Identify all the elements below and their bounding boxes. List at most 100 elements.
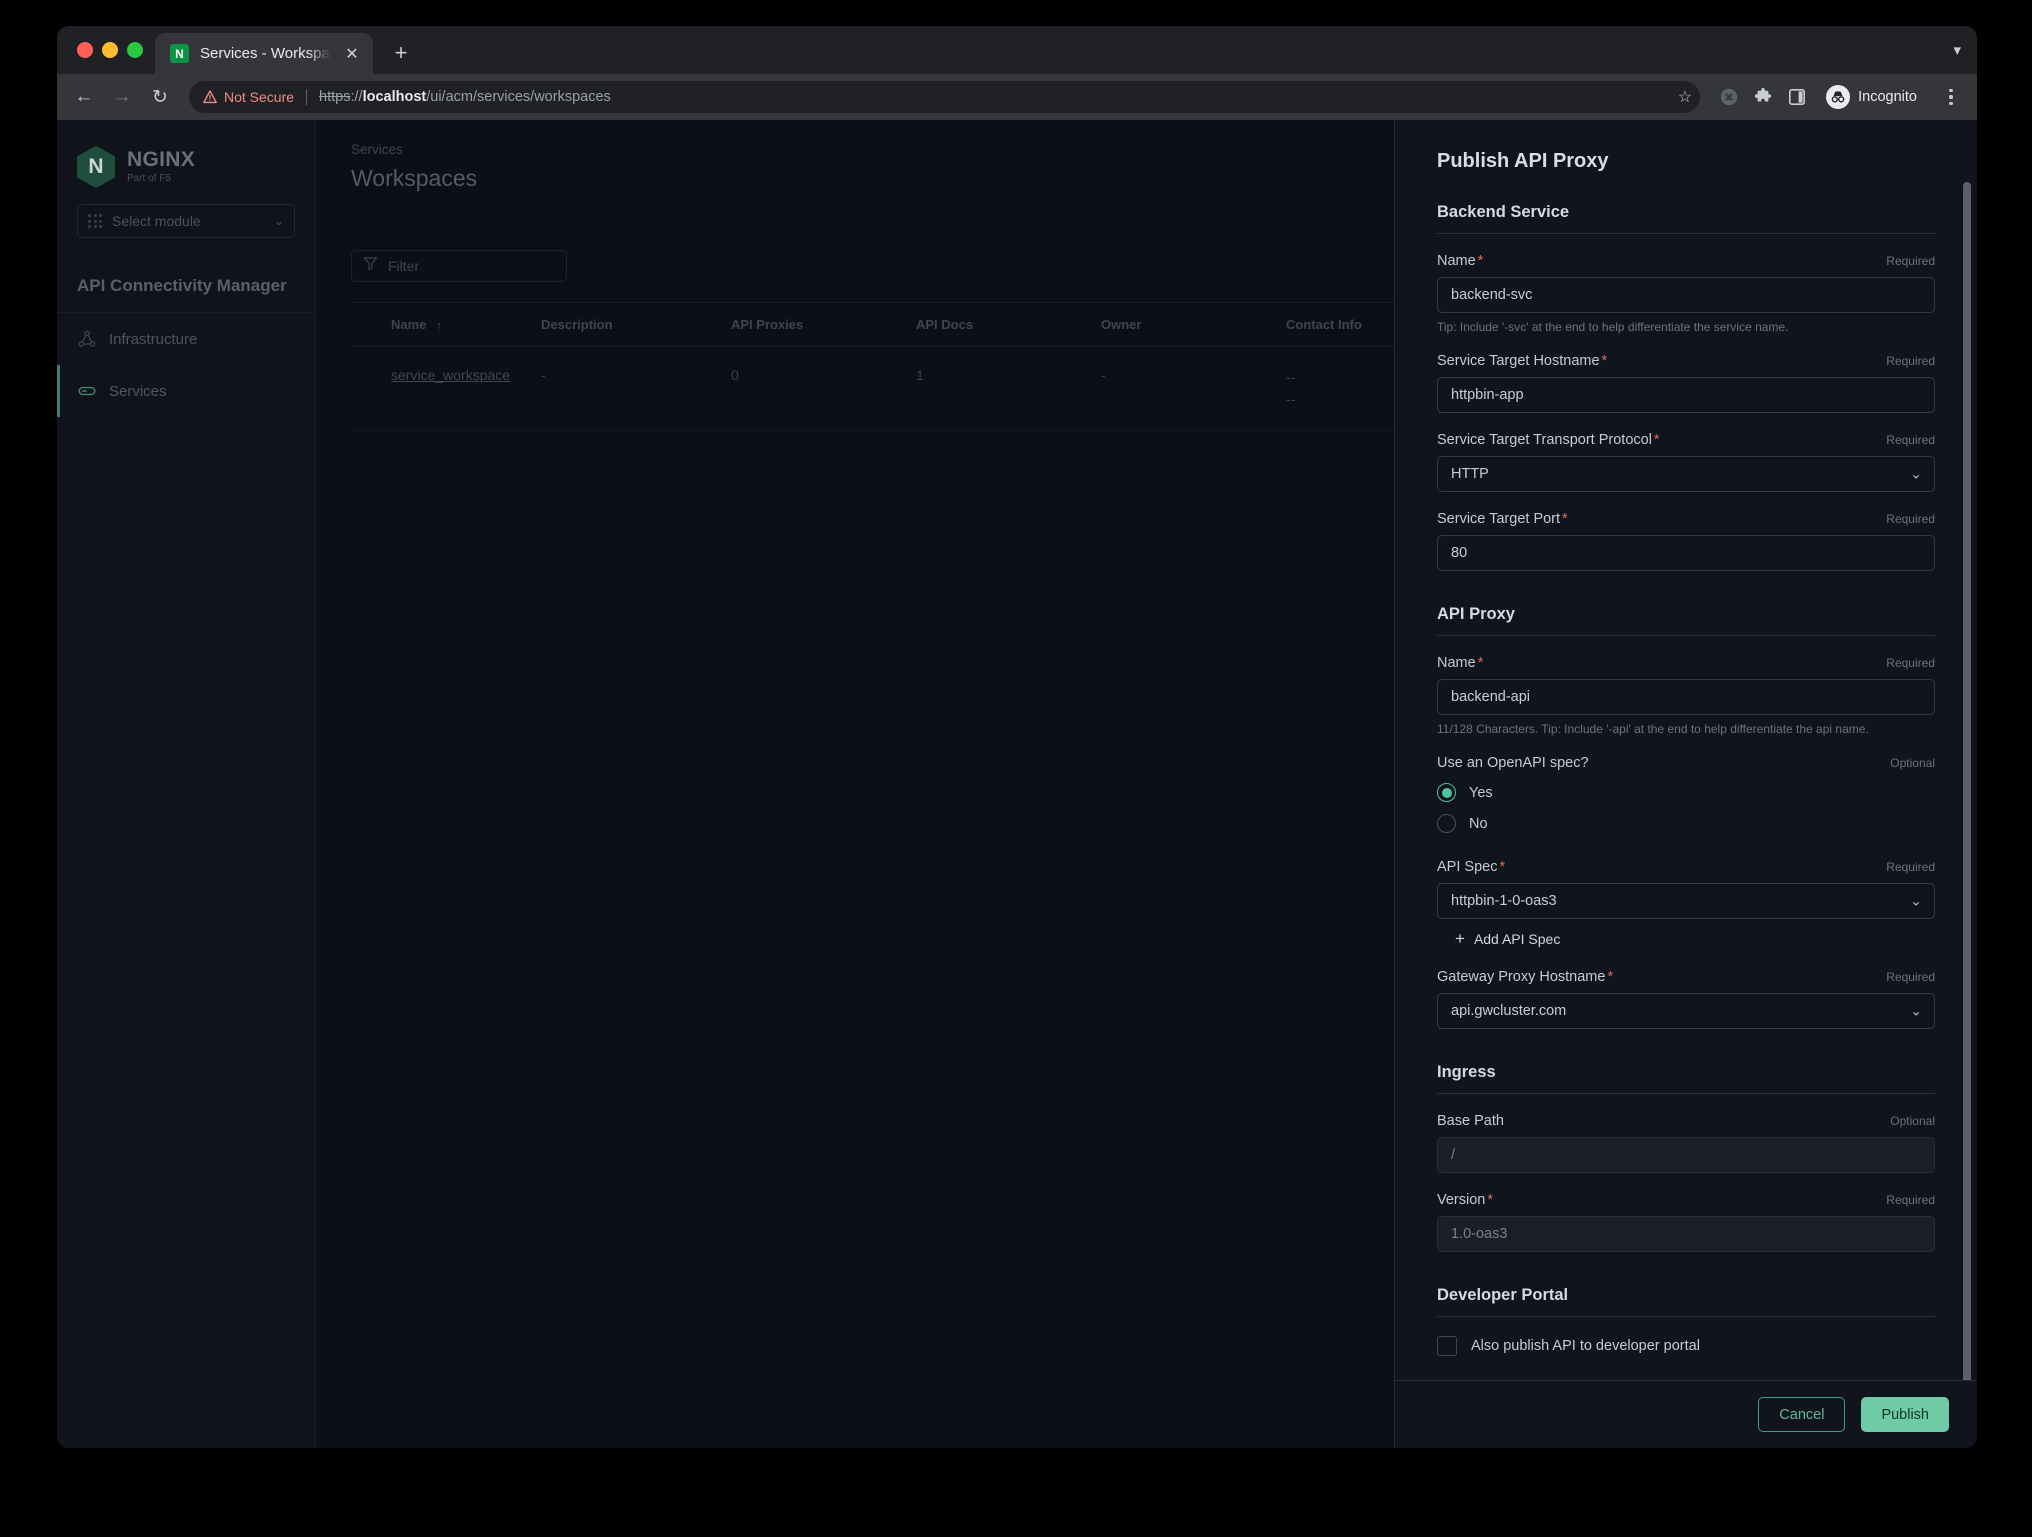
developer-portal-checkbox-label: Also publish API to developer portal <box>1471 1338 1700 1354</box>
filter-placeholder: Filter <box>388 258 419 274</box>
service-target-protocol-select[interactable]: HTTP <box>1437 456 1935 492</box>
panel-scrollbar[interactable] <box>1963 182 1971 1380</box>
omnibox-divider <box>306 89 307 105</box>
sidebar-item-label: Infrastructure <box>109 331 197 348</box>
publish-api-proxy-panel: Publish API Proxy Backend Service Name* … <box>1394 120 1977 1448</box>
label-text: Gateway Proxy Hostname <box>1437 969 1605 985</box>
puzzle-extension-icon[interactable] <box>1748 82 1778 112</box>
gateway-proxy-hostname-select[interactable]: api.gwcluster.com <box>1437 993 1935 1029</box>
module-select-dropdown[interactable]: Select module ⌄ <box>77 204 295 238</box>
section-ingress-heading: Ingress <box>1437 1063 1935 1094</box>
browser-toolbar: ← → ↻ Not Secure https://localhost/ui/ac… <box>57 74 1977 120</box>
api-proxy-name-input[interactable]: backend-api <box>1437 679 1935 715</box>
incognito-icon <box>1826 85 1850 109</box>
label-text: Version <box>1437 1192 1485 1208</box>
required-asterisk: * <box>1487 1192 1493 1208</box>
close-window-button[interactable] <box>77 42 93 58</box>
reload-button[interactable]: ↻ <box>143 80 177 114</box>
optional-hint: Optional <box>1890 1114 1935 1128</box>
infrastructure-icon <box>77 330 96 349</box>
radio-option-no[interactable]: No <box>1437 814 1935 833</box>
radio-option-yes[interactable]: Yes <box>1437 783 1935 802</box>
side-panel-icon[interactable] <box>1782 82 1812 112</box>
required-hint: Required <box>1886 254 1935 268</box>
browser-tab[interactable]: N Services - Workspaces - NGINX ✕ <box>155 33 373 74</box>
cell-api-docs: 1 <box>916 347 1101 431</box>
publish-button[interactable]: Publish <box>1861 1397 1949 1432</box>
required-hint: Required <box>1886 512 1935 526</box>
chevron-down-icon: ⌄ <box>274 214 284 228</box>
required-hint: Required <box>1886 656 1935 670</box>
address-bar[interactable]: Not Secure https://localhost/ui/acm/serv… <box>189 81 1700 113</box>
label-text: Service Target Port <box>1437 511 1560 527</box>
not-secure-warning-icon <box>203 90 217 104</box>
cancel-button[interactable]: Cancel <box>1758 1397 1845 1432</box>
chevron-down-icon[interactable]: ▾ <box>1953 41 1961 59</box>
api-spec-select[interactable]: httpbin-1-0-oas3 <box>1437 883 1935 919</box>
panel-title: Publish API Proxy <box>1437 150 1935 173</box>
url-text: https://localhost/ui/acm/services/worksp… <box>319 89 611 105</box>
new-tab-button[interactable]: + <box>383 35 419 71</box>
api-spec-select-wrap: httpbin-1-0-oas3 ⌄ <box>1437 883 1935 919</box>
sidebar-item-label: Services <box>109 383 167 400</box>
svg-text:⌘: ⌘ <box>1725 94 1734 104</box>
field-label: Service Target Transport Protocol* <box>1437 432 1660 448</box>
app-title: API Connectivity Manager <box>57 238 315 313</box>
panel-footer: Cancel Publish <box>1395 1380 1977 1448</box>
minimize-window-button[interactable] <box>102 42 118 58</box>
column-header-name[interactable]: Name↑ <box>351 303 541 347</box>
window-traffic-lights <box>71 26 155 74</box>
nginx-logo-icon: N <box>77 146 115 188</box>
required-hint: Required <box>1886 354 1935 368</box>
browser-window: N Services - Workspaces - NGINX ✕ + ▾ ← … <box>57 26 1977 1448</box>
section-backend-service-heading: Backend Service <box>1437 203 1935 234</box>
panel-body: Publish API Proxy Backend Service Name* … <box>1395 120 1977 1380</box>
radio-label: No <box>1469 816 1488 832</box>
maximize-window-button[interactable] <box>127 42 143 58</box>
field-label: Service Target Port* <box>1437 511 1568 527</box>
column-header-api-proxies[interactable]: API Proxies <box>731 303 916 347</box>
required-asterisk: * <box>1654 432 1660 448</box>
not-secure-label: Not Secure <box>224 89 294 105</box>
filter-input[interactable]: Filter <box>351 250 567 282</box>
field-version: Version* Required 1.0-oas3 <box>1437 1192 1935 1252</box>
workspace-link[interactable]: service_workspace <box>391 367 510 383</box>
required-asterisk: * <box>1478 655 1484 671</box>
radio-yes-icon <box>1437 783 1456 802</box>
sidebar-item-infrastructure[interactable]: Infrastructure <box>57 313 315 365</box>
forward-button[interactable]: → <box>105 80 139 114</box>
required-hint: Required <box>1886 1193 1935 1207</box>
service-target-hostname-input[interactable]: httpbin-app <box>1437 377 1935 413</box>
field-base-path: Base Path Optional / <box>1437 1113 1935 1173</box>
label-text: Name <box>1437 655 1476 671</box>
brand-logo: N NGINX Part of F5 <box>57 140 315 194</box>
base-path-input[interactable]: / <box>1437 1137 1935 1173</box>
cell-api-proxies: 0 <box>731 347 916 431</box>
column-header-owner[interactable]: Owner <box>1101 303 1286 347</box>
service-target-port-input[interactable]: 80 <box>1437 535 1935 571</box>
radio-no-icon <box>1437 814 1456 833</box>
incognito-indicator[interactable]: Incognito <box>1822 82 1929 112</box>
field-label: Service Target Hostname* <box>1437 353 1607 369</box>
brand-subtitle: Part of F5 <box>127 174 195 185</box>
label-text: Name <box>1437 253 1476 269</box>
url-scheme-separator: :// <box>350 89 362 105</box>
column-header-api-docs[interactable]: API Docs <box>916 303 1101 347</box>
close-icon[interactable]: ✕ <box>342 44 362 64</box>
sidebar-item-services[interactable]: Services <box>57 365 315 417</box>
required-asterisk: * <box>1602 353 1608 369</box>
back-button[interactable]: ← <box>67 80 101 114</box>
extensions-badge-icon[interactable]: ⌘ <box>1714 82 1744 112</box>
workspaces-table: Name↑ Description API Proxies API Docs O… <box>351 302 1466 431</box>
module-select-placeholder: Select module <box>112 213 264 229</box>
tab-strip: N Services - Workspaces - NGINX ✕ + ▾ <box>57 26 1977 74</box>
browser-menu-button[interactable] <box>1937 82 1965 112</box>
nginx-favicon: N <box>170 44 189 63</box>
version-input[interactable]: 1.0-oas3 <box>1437 1216 1935 1252</box>
column-header-description[interactable]: Description <box>541 303 731 347</box>
gateway-proxy-hostname-select-wrap: api.gwcluster.com ⌄ <box>1437 993 1935 1029</box>
backend-name-input[interactable]: backend-svc <box>1437 277 1935 313</box>
developer-portal-checkbox-row[interactable]: Also publish API to developer portal <box>1437 1336 1935 1356</box>
add-api-spec-button[interactable]: + Add API Spec <box>1455 930 1935 947</box>
bookmark-star-icon[interactable]: ☆ <box>1678 87 1692 107</box>
